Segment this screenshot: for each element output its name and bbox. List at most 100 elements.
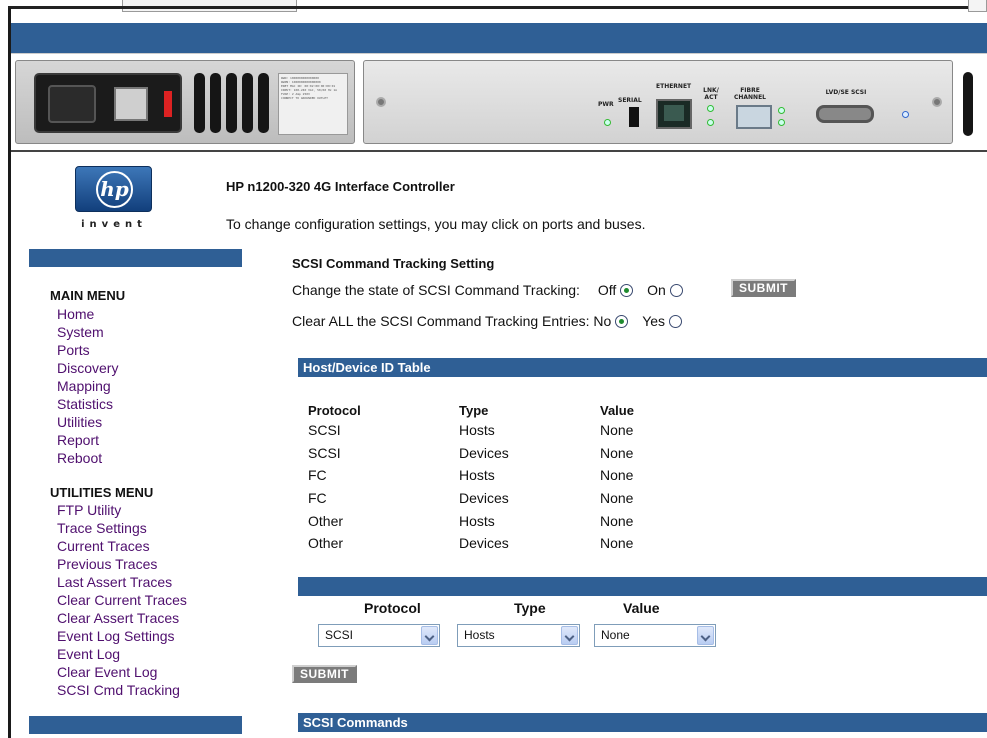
no-radio[interactable] [615,315,629,328]
cell-protocol: Other [308,535,344,552]
menu-item-utilities[interactable]: Utilities [57,413,118,431]
type-select-label: Type [514,600,546,616]
top-banner-bar [11,23,987,53]
menu-item-previous-traces[interactable]: Previous Traces [57,555,187,573]
value-select-label: Value [623,600,660,616]
menu-item-event-log-settings[interactable]: Event Log Settings [57,627,187,645]
menu-item-clear-current-traces[interactable]: Clear Current Traces [57,591,187,609]
serial-port[interactable] [629,107,639,127]
scsi-commands-header: SCSI Commands [298,713,987,732]
cell-type: Hosts [459,422,495,439]
menu-item-statistics[interactable]: Statistics [57,395,118,413]
host-device-table-header: Host/Device ID Table [298,358,987,377]
tracking-state-label: Change the state of SCSI Command Trackin… [292,282,580,298]
vent-slots [194,73,274,136]
hp-logo-mark: hp [96,171,133,208]
cell-value: None [600,422,634,439]
link-led-icon [707,105,714,112]
menu-item-clear-event-log[interactable]: Clear Event Log [57,663,187,681]
cell-protocol: FC [308,467,327,484]
main-menu: Home System Ports Discovery Mapping Stat… [57,305,118,467]
type-select-value: Hosts [464,628,495,642]
menu-item-home[interactable]: Home [57,305,118,323]
panel-handle [963,72,973,136]
protocol-select[interactable]: SCSI [318,624,440,647]
table-row: Other Devices None [308,532,680,555]
interface-card[interactable]: PWR SERIAL ETHERNET LNK/ ACT FIBRE CHANN… [363,60,953,144]
lnk-act-label: LNK/ ACT [703,87,719,101]
fc-led-icon [778,119,785,126]
yes-label: Yes [642,313,666,329]
cell-value: None [600,490,634,507]
on-radio[interactable] [669,284,683,297]
main-menu-heading: MAIN MENU [50,288,126,303]
scsi-bus-port[interactable] [816,105,874,123]
browser-frame-top [0,0,987,18]
table-row: SCSI Devices None [308,442,680,465]
menu-item-event-log[interactable]: Event Log [57,645,187,663]
value-select-value: None [601,628,630,642]
utilities-menu: FTP Utility Trace Settings Current Trace… [57,501,187,699]
menu-item-discovery[interactable]: Discovery [57,359,118,377]
cell-type: Devices [459,490,509,507]
pwr-led-icon [604,119,611,126]
clear-entries-label: Clear ALL the SCSI Command Tracking Entr… [292,313,590,329]
chevron-down-icon[interactable] [561,626,578,645]
protocol-select-label: Protocol [364,600,421,616]
fibre-channel-port[interactable] [736,105,772,129]
cell-protocol: SCSI [308,444,341,461]
chevron-down-icon[interactable] [697,626,714,645]
selector-submit-button[interactable]: SUBMIT [292,665,357,683]
chevron-down-icon[interactable] [421,626,438,645]
menu-item-ports[interactable]: Ports [57,341,118,359]
controller-rear-panel-image: WWN: 1000000000000000 WWPN: 100000000000… [11,53,987,152]
menu-item-report[interactable]: Report [57,431,118,449]
table-row: Other Hosts None [308,509,680,532]
label-line: CONNECT TO GROUNDED OUTLET [281,96,328,100]
value-select[interactable]: None [594,624,716,647]
protocol-select-value: SCSI [325,628,354,642]
fc-led-icon [778,107,785,114]
menu-item-trace-settings[interactable]: Trace Settings [57,519,187,537]
menu-item-current-traces[interactable]: Current Traces [57,537,187,555]
cell-value: None [600,467,634,484]
menu-item-reboot[interactable]: Reboot [57,449,118,467]
no-label: No [593,313,612,329]
sidebar-bar [29,249,242,267]
ethernet-port[interactable] [656,99,692,129]
menu-item-scsi-cmd-tracking[interactable]: SCSI Cmd Tracking [57,681,187,699]
menu-item-last-assert-traces[interactable]: Last Assert Traces [57,573,187,591]
host-device-table: Protocol Type Value SCSI Hosts None SCSI… [308,401,680,555]
cell-type: Devices [459,535,509,552]
tracking-submit-button[interactable]: SUBMIT [731,279,796,297]
power-switch-icon [114,87,148,121]
page-title: HP n1200-320 4G Interface Controller [226,179,455,194]
cell-type: Hosts [459,467,495,484]
menu-item-ftp-utility[interactable]: FTP Utility [57,501,187,519]
clear-entries-row: Clear ALL the SCSI Command Tracking Entr… [292,313,686,329]
power-indicator-icon [164,91,172,117]
table-header-row: Protocol Type Value [308,401,680,419]
window-scroll-button[interactable] [968,0,987,12]
serial-label: SERIAL [618,97,642,104]
cell-type: Hosts [459,512,495,529]
selector-section-bar [298,577,987,596]
act-led-icon [707,119,714,126]
column-header-type: Type [459,402,489,418]
off-radio[interactable] [620,284,634,297]
menu-item-mapping[interactable]: Mapping [57,377,118,395]
menu-item-system[interactable]: System [57,323,118,341]
fibre-channel-label: FIBRE CHANNEL [733,87,767,101]
cell-protocol: Other [308,512,344,529]
table-row: SCSI Hosts None [308,419,680,442]
yes-radio[interactable] [669,315,683,328]
screw-icon [376,97,386,107]
cell-value: None [600,535,634,552]
off-label: Off [597,282,617,298]
cell-value: None [600,444,634,461]
type-select[interactable]: Hosts [457,624,580,647]
invent-tagline: invent [81,219,147,230]
menu-item-clear-assert-traces[interactable]: Clear Assert Traces [57,609,187,627]
hp-logo: hp [75,166,152,212]
power-inlet-icon [48,85,96,123]
